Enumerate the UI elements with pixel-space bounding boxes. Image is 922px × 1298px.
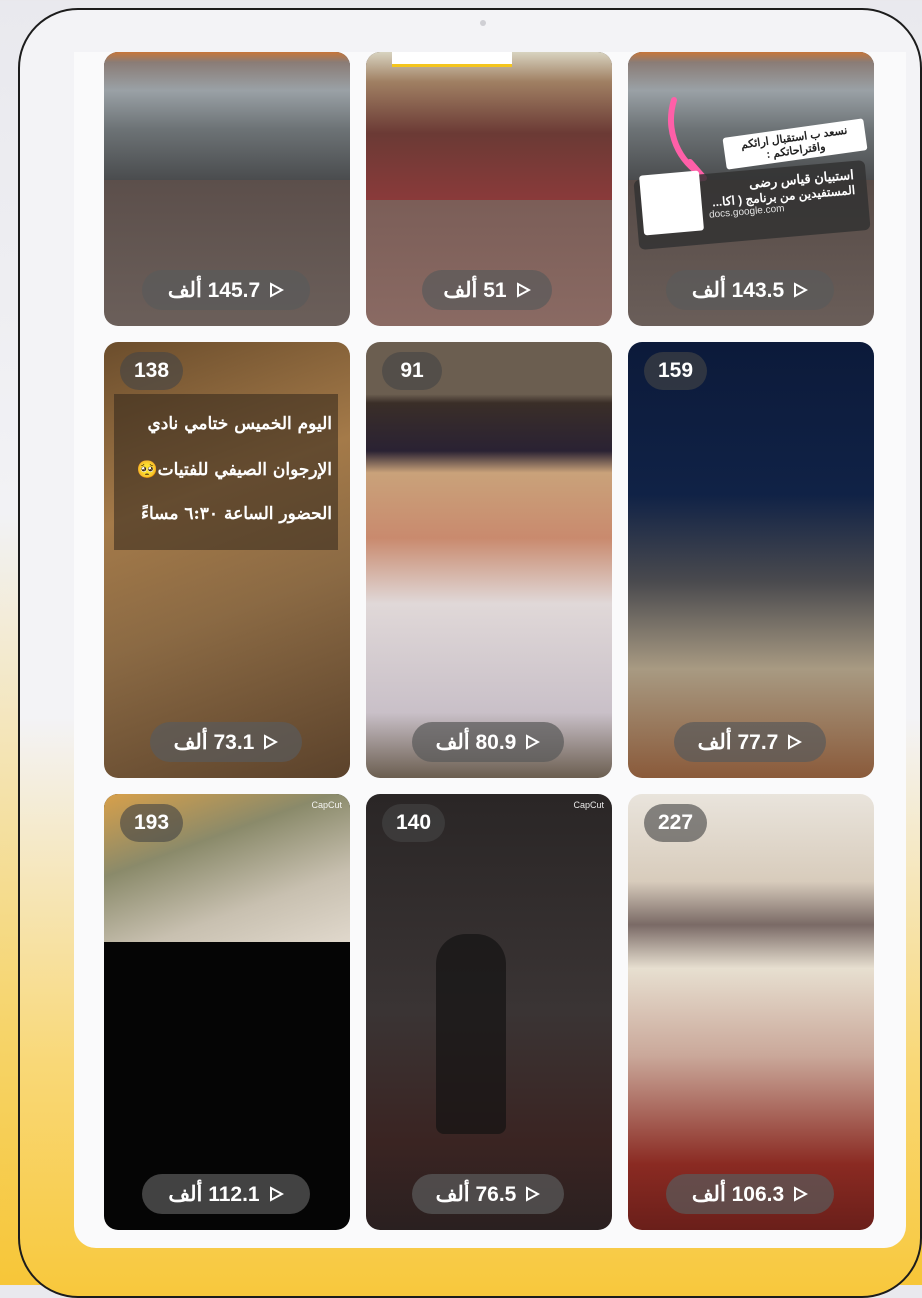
views-pill: 112.1 ألف bbox=[142, 1174, 310, 1214]
device-frame: 145.7 ألف 51 ألف نسعد ب استقبال ارائكم و… bbox=[18, 8, 922, 1298]
capcut-watermark: CapCut bbox=[311, 800, 342, 810]
play-icon bbox=[515, 282, 531, 298]
reel-tile[interactable]: 51 ألف bbox=[366, 52, 612, 326]
play-icon bbox=[262, 734, 279, 750]
count-badge: 138 bbox=[120, 352, 184, 390]
views-pill: 106.3 ألف bbox=[666, 1174, 834, 1214]
views-pill: 51 ألف bbox=[422, 270, 552, 310]
play-icon bbox=[524, 734, 541, 750]
thumbnail-image bbox=[436, 934, 506, 1134]
survey-link-card[interactable]: استبيان قياس رضى المستفيدين من برنامج ( … bbox=[633, 160, 871, 250]
views-pill: 77.7 ألف bbox=[674, 722, 826, 762]
reel-tile[interactable]: 91 80.9 ألف bbox=[366, 342, 612, 778]
count-badge: 140 bbox=[382, 804, 446, 842]
reel-tile[interactable]: 227 106.3 ألف bbox=[628, 794, 874, 1230]
play-icon bbox=[268, 282, 285, 298]
play-icon bbox=[524, 1186, 541, 1202]
view-count: 51 ألف bbox=[443, 278, 507, 302]
reel-tile[interactable]: CapCut 193 112.1 ألف bbox=[104, 794, 350, 1230]
story-text-line-1: اليوم الخميس ختامي نادي bbox=[147, 414, 333, 434]
reels-grid-screen: 145.7 ألف 51 ألف نسعد ب استقبال ارائكم و… bbox=[74, 52, 906, 1248]
count-badge: 91 bbox=[382, 352, 442, 390]
views-pill: 80.9 ألف bbox=[412, 722, 564, 762]
view-count: 73.1 ألف bbox=[173, 730, 255, 754]
count-badge: 227 bbox=[644, 804, 708, 842]
count-badge: 159 bbox=[644, 352, 708, 390]
reel-tile[interactable]: 159 77.7 ألف bbox=[628, 342, 874, 778]
view-count: 112.1 ألف bbox=[168, 1182, 260, 1206]
play-icon bbox=[786, 734, 803, 750]
front-camera bbox=[480, 20, 486, 26]
reel-tile[interactable]: CapCut 140 76.5 ألف bbox=[366, 794, 612, 1230]
views-pill: 73.1 ألف bbox=[150, 722, 302, 762]
view-count: 80.9 ألف bbox=[435, 730, 517, 754]
view-count: 143.5 ألف bbox=[691, 278, 785, 302]
story-text-line-2: الإرجوان الصيفي للفتيات🥺 bbox=[136, 460, 332, 480]
banner-sticker bbox=[392, 52, 512, 67]
reel-tile[interactable]: 145.7 ألف bbox=[104, 52, 350, 326]
view-count: 77.7 ألف bbox=[697, 730, 779, 754]
views-pill: 76.5 ألف bbox=[412, 1174, 564, 1214]
thumbnail-image bbox=[366, 52, 612, 200]
view-count: 76.5 ألف bbox=[435, 1182, 517, 1206]
play-icon bbox=[792, 1186, 809, 1202]
thumbnail-image bbox=[104, 52, 350, 180]
capcut-watermark: CapCut bbox=[573, 800, 604, 810]
reel-tile[interactable]: نسعد ب استقبال ارائكم واقتراحاتكم : استب… bbox=[628, 52, 874, 326]
reel-tile[interactable]: اليوم الخميس ختامي نادي الإرجوان الصيفي … bbox=[104, 342, 350, 778]
story-text-line-3: الحضور الساعة ٦:٣٠ مساءً bbox=[141, 504, 332, 524]
views-pill: 143.5 ألف bbox=[666, 270, 834, 310]
count-badge: 193 bbox=[120, 804, 184, 842]
play-icon bbox=[268, 1186, 284, 1202]
view-count: 106.3 ألف bbox=[691, 1182, 785, 1206]
view-count: 145.7 ألف bbox=[167, 278, 261, 302]
play-icon bbox=[792, 282, 809, 298]
views-pill: 145.7 ألف bbox=[142, 270, 310, 310]
